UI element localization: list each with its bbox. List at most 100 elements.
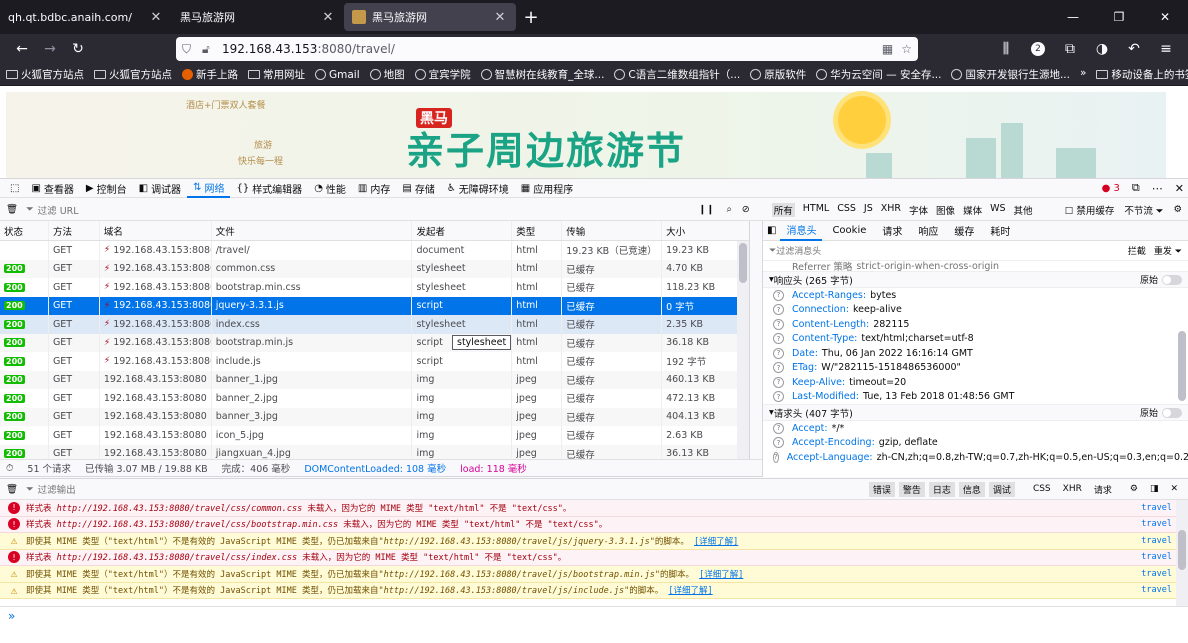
tab-style-editor[interactable]: {} 样式编辑器 (230, 178, 308, 198)
split-console-icon[interactable]: ◨ (1146, 483, 1163, 495)
tab-timings[interactable]: 耗时 (984, 221, 1016, 241)
tab-inspector[interactable]: ▣ 查看器 (25, 178, 79, 198)
filter-ws[interactable]: WS (990, 203, 1005, 217)
help-icon[interactable]: ? (773, 422, 784, 434)
shield-icon[interactable]: ⛉ (182, 42, 198, 57)
close-split-console-icon[interactable]: ✕ (1166, 483, 1182, 495)
learn-more-link[interactable]: [详细了解] (668, 586, 712, 596)
console-settings-icon[interactable]: ⚙ (1126, 483, 1142, 495)
tab-response[interactable]: 响应 (912, 221, 944, 241)
table-row[interactable]: 200 GET ⚡︎ 192.168.43.153:8080 index.css styl… (0, 315, 749, 334)
filter-info[interactable]: 信息 (958, 481, 985, 497)
bookmark-item[interactable]: 智慧树在线教育_全球... (480, 67, 604, 82)
undo-icon[interactable]: ↶ (1120, 36, 1148, 62)
help-icon[interactable]: ? (773, 437, 784, 449)
block-button[interactable]: 拦截 (1128, 244, 1146, 257)
qr-code-icon[interactable]: ▦ (882, 42, 893, 56)
header-row[interactable]: ? Content-Type: text/html;charset=utf-8 (763, 332, 1188, 347)
close-icon[interactable]: ✕ (148, 10, 164, 25)
column-header[interactable]: 方法 (49, 221, 100, 240)
back-button[interactable]: ← (8, 36, 36, 62)
message-url[interactable]: http://192.168.43.153:8080/travel/js/inc… (384, 586, 625, 596)
scrollbar-thumb[interactable] (1178, 331, 1186, 401)
throttle-select[interactable]: 不节流 ⏷ (1124, 203, 1163, 217)
trash-icon[interactable]: 🗑︎ (6, 484, 18, 495)
table-row[interactable]: 200 GET ⚡︎ 192.168.43.153:8080 bootstrap.min… (0, 333, 749, 352)
mobile-bookmarks[interactable]: 移动设备上的书签 (1096, 67, 1188, 82)
request-headers-section[interactable]: ▾ 请求头 (407 字节) 原始 (763, 404, 1188, 421)
filter-xhr[interactable]: XHR (1059, 483, 1086, 495)
header-row[interactable]: ? Accept-Ranges: bytes (763, 288, 1188, 303)
console-input[interactable]: » (0, 606, 1188, 643)
disable-cache-checkbox[interactable]: ☐ 禁用缓存 (1065, 203, 1115, 217)
url-bar[interactable]: ⛉ 🔓︎ 192.168.43.153:8080/travel/ ▦ ☆ (176, 37, 918, 61)
table-row[interactable]: 200 GET 192.168.43.153:8080 banner_1.jpg img… (0, 370, 749, 389)
column-header[interactable]: 文件 (212, 221, 413, 240)
settings-gear-icon[interactable]: ⚙ (1173, 204, 1182, 215)
table-row[interactable]: 200 GET 192.168.43.153:8080 banner_3.jpg img… (0, 407, 749, 426)
tab-application[interactable]: ▦ 应用程序 (515, 178, 579, 198)
header-row[interactable]: ? Last-Modified: Tue, 13 Feb 2018 01:48:56… (763, 390, 1188, 405)
bookmark-item[interactable]: 宜宾学院 (414, 67, 471, 82)
filter-xhr[interactable]: XHR (881, 203, 901, 217)
bookmark-star-icon[interactable]: ☆ (901, 42, 912, 56)
bookmark-item[interactable]: 火狐官方站点 (6, 67, 84, 82)
bookmark-item[interactable]: Gmail (315, 69, 360, 81)
extensions-icon[interactable]: ⧉ (1056, 36, 1084, 62)
search-icon[interactable]: ⌕ (726, 204, 731, 215)
close-icon[interactable]: ✕ (320, 10, 336, 25)
bookmark-item[interactable]: 国家开发银行生源地... (951, 67, 1070, 82)
more-options-icon[interactable]: ⋯ (1152, 182, 1163, 195)
help-icon[interactable]: ? (773, 318, 784, 330)
message-source-link[interactable]: travel (1141, 585, 1172, 595)
browser-tab-1[interactable]: qh.qt.bdbc.anaih.com/ ✕ (0, 0, 172, 34)
filter-headers-input[interactable]: 过滤消息头 (776, 244, 821, 257)
scrollbar[interactable] (1176, 500, 1188, 606)
table-row[interactable]: 200 GET ⚡︎ 192.168.43.153:8080 common.css sty… (0, 259, 749, 278)
column-header[interactable]: 传输 (562, 221, 663, 240)
table-row[interactable]: 200 GET 192.168.43.153:8080 banner_2.jpg img… (0, 389, 749, 408)
help-icon[interactable]: ? (773, 304, 784, 316)
scrollbar[interactable] (737, 241, 749, 459)
library-icon[interactable]: ⫼ (992, 36, 1020, 62)
block-icon[interactable]: ⊘ (742, 204, 750, 215)
help-icon[interactable]: ? (773, 376, 784, 388)
restore-icon[interactable]: ❐ (1096, 0, 1142, 34)
header-row[interactable]: ? Connection: keep-alive (763, 303, 1188, 318)
header-row[interactable]: ? ETag: W/"282115-1518486536000" (763, 361, 1188, 376)
error-count-badge[interactable]: ● 3 (1102, 183, 1120, 194)
help-icon[interactable]: ? (773, 347, 784, 359)
bookmark-item[interactable]: 华为云空间 — 安全存... (816, 67, 941, 82)
tab-console[interactable]: ▶ 控制台 (80, 178, 133, 198)
help-icon[interactable]: ? (773, 289, 784, 301)
message-source-link[interactable]: travel (1141, 519, 1172, 529)
bookmark-item[interactable]: 地图 (369, 67, 405, 82)
tab-cookies[interactable]: Cookie (826, 221, 872, 241)
filter-css[interactable]: CSS (837, 203, 856, 217)
tab-storage[interactable]: ▤ 存储 (396, 178, 440, 198)
filter-other[interactable]: 其他 (1014, 203, 1033, 217)
filter-debug[interactable]: 调试 (988, 481, 1015, 497)
close-window-icon[interactable]: ✕ (1142, 0, 1188, 34)
filter-url-input[interactable]: 过滤 URL (38, 203, 79, 217)
filter-html[interactable]: HTML (803, 203, 829, 217)
message-source-link[interactable]: travel (1141, 503, 1172, 513)
pick-element-icon[interactable]: ⬚ (4, 178, 25, 198)
help-icon[interactable]: ? (773, 451, 779, 463)
browser-tab-3[interactable]: 黑马旅游网 ✕ (344, 3, 516, 31)
help-icon[interactable]: ? (773, 333, 784, 345)
tab-headers[interactable]: 消息头 (780, 221, 823, 241)
response-headers-section[interactable]: ▾ 响应头 (265 字节) 原始 (763, 271, 1188, 288)
table-row[interactable]: 200 GET 192.168.43.153:8080 jiangxuan_4.jpg… (0, 444, 749, 459)
learn-more-link[interactable]: [详细了解] (694, 537, 738, 547)
table-row[interactable]: 200 GET ⚡︎ 192.168.43.153:8080 bootstrap.min… (0, 278, 749, 297)
learn-more-link[interactable]: [详细了解] (699, 570, 743, 580)
help-icon[interactable]: ? (773, 362, 784, 374)
filter-all[interactable]: 所有 (771, 202, 795, 217)
filter-requests[interactable]: 请求 (1090, 482, 1116, 497)
message-url[interactable]: http://192.168.43.153:8080/travel/css/co… (57, 504, 303, 514)
filter-css[interactable]: CSS (1029, 483, 1055, 495)
message-url[interactable]: http://192.168.43.153:8080/travel/js/jqu… (384, 537, 650, 547)
bookmark-item[interactable]: 火狐官方站点 (94, 67, 172, 82)
tab-network[interactable]: ⇅ 网络 (187, 178, 231, 198)
